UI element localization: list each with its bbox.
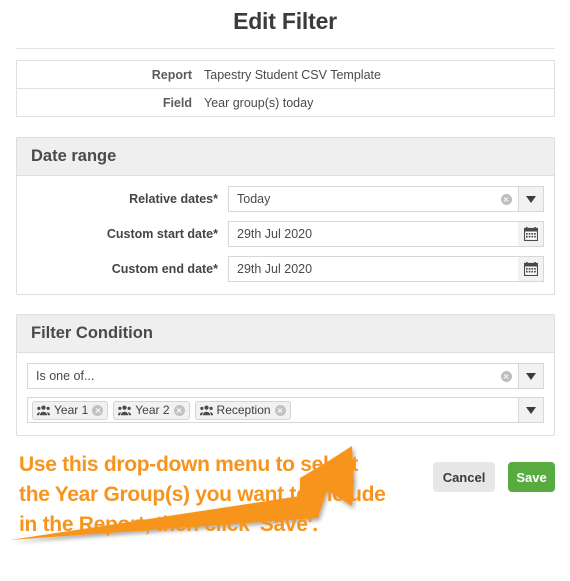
operator-input[interactable]: Is one of... <box>27 363 494 389</box>
operator-field: Is one of... <box>27 363 544 389</box>
group-icon <box>37 405 50 415</box>
relative-dates-field: Today <box>228 186 544 212</box>
operator-clear-button[interactable] <box>494 363 518 389</box>
chip-year-1[interactable]: Year 1 <box>32 400 109 420</box>
save-button[interactable]: Save <box>508 462 555 492</box>
chip-label: Year 2 <box>135 403 170 417</box>
clear-circle-icon <box>500 193 512 205</box>
date-range-header: Date range <box>17 138 554 176</box>
year-group-token-box[interactable]: Year 1 Year 2 Reception <box>27 397 518 423</box>
relative-dates-dropdown-button[interactable] <box>518 186 544 212</box>
date-range-body: Relative dates* Today Custom start date*… <box>17 176 554 294</box>
chip-label: Reception <box>216 403 271 417</box>
custom-start-date-input[interactable]: 29th Jul 2020 <box>228 221 518 247</box>
remove-circle-icon[interactable] <box>92 404 104 416</box>
filter-condition-body: Is one of... Year 1 Year 2 Reception <box>17 353 554 435</box>
custom-start-date-row: Custom start date* 29th Jul 2020 <box>27 221 544 247</box>
chevron-down-icon <box>526 372 536 380</box>
table-row: Report Tapestry Student CSV Template <box>17 61 554 89</box>
custom-end-date-label: Custom end date* <box>111 262 218 276</box>
clear-circle-icon <box>500 370 512 382</box>
info-label-report: Report <box>151 67 192 82</box>
calendar-icon <box>523 262 538 276</box>
remove-circle-icon[interactable] <box>274 404 286 416</box>
page-title: Edit Filter <box>233 8 337 34</box>
info-value-report: Tapestry Student CSV Template <box>204 67 381 82</box>
chevron-down-icon <box>526 406 536 414</box>
title-divider <box>16 48 555 49</box>
operator-dropdown-button[interactable] <box>518 363 544 389</box>
date-range-panel: Date range Relative dates* Today Custom … <box>16 137 555 295</box>
year-group-token-field: Year 1 Year 2 Reception <box>27 397 544 423</box>
cancel-button[interactable]: Cancel <box>433 462 495 492</box>
relative-dates-input[interactable]: Today <box>228 186 494 212</box>
relative-dates-clear-button[interactable] <box>494 186 518 212</box>
custom-end-date-input[interactable]: 29th Jul 2020 <box>228 256 518 282</box>
remove-circle-icon[interactable] <box>173 404 185 416</box>
custom-start-date-field: 29th Jul 2020 <box>228 221 544 247</box>
chip-reception[interactable]: Reception <box>194 400 291 420</box>
relative-dates-row: Relative dates* Today <box>27 186 544 212</box>
custom-end-date-row: Custom end date* 29th Jul 2020 <box>27 256 544 282</box>
annotation-text: Use this drop-down menu to select the Ye… <box>19 453 386 536</box>
custom-start-date-calendar-button[interactable] <box>518 221 544 247</box>
filter-condition-header: Filter Condition <box>17 315 554 353</box>
custom-start-date-label: Custom start date* <box>106 227 218 241</box>
year-group-dropdown-button[interactable] <box>518 397 544 423</box>
group-icon <box>118 405 132 415</box>
table-row: Field Year group(s) today <box>17 89 554 117</box>
group-icon <box>199 405 213 415</box>
filter-condition-panel: Filter Condition Is one of... Year 1 Yea… <box>16 314 555 436</box>
info-value-field: Year group(s) today <box>204 95 314 110</box>
chevron-down-icon <box>526 195 536 203</box>
report-info-table: Report Tapestry Student CSV Template Fie… <box>16 60 555 117</box>
custom-end-date-calendar-button[interactable] <box>518 256 544 282</box>
edit-filter-dialog: Edit Filter Report Tapestry Student CSV … <box>0 0 570 581</box>
custom-end-date-field: 29th Jul 2020 <box>228 256 544 282</box>
chip-year-2[interactable]: Year 2 <box>113 400 190 420</box>
info-label-field: Field <box>162 95 192 110</box>
chip-label: Year 1 <box>54 403 89 417</box>
relative-dates-label: Relative dates* <box>129 192 218 206</box>
calendar-icon <box>523 227 538 241</box>
